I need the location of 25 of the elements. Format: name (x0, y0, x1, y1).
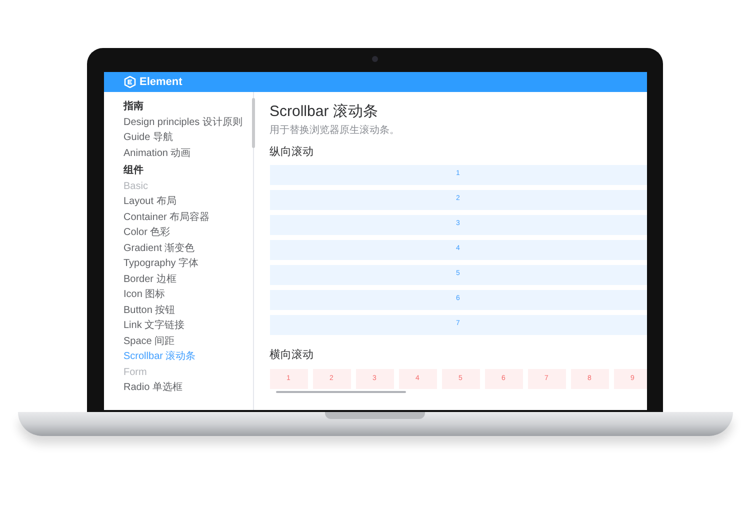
sidebar-item[interactable]: Guide 导航 (124, 130, 252, 145)
sidebar-item[interactable]: Icon 图标 (124, 287, 252, 302)
sidebar-item[interactable]: Color 色彩 (124, 225, 252, 240)
section-heading: 纵向滚动 (270, 144, 314, 160)
sidebar-category: Basic (124, 180, 149, 194)
sidebar-item[interactable]: Space 间距 (124, 334, 252, 348)
sidebar-item[interactable]: Container 布局容器 (124, 210, 252, 224)
sidebar-item[interactable]: Animation 动画 (124, 146, 252, 160)
sidebar-item[interactable]: Border 边框 (124, 272, 252, 286)
sidebar-item[interactable]: Design principles 设计原则 (124, 114, 252, 130)
page-title: Scrollbar 滚动条 (270, 102, 379, 122)
sidebar-item[interactable]: Typography 字体 (124, 256, 252, 271)
logo-icon (124, 76, 136, 88)
scrollbar-thumb[interactable] (252, 98, 254, 148)
sidebar-category: Form (124, 366, 148, 380)
sidebar-item[interactable]: Layout 布局 (124, 194, 252, 209)
sidebar-group-heading: 组件 (124, 164, 144, 178)
sidebar-group-heading: 指南 (124, 100, 144, 114)
sidebar-item[interactable]: Button 按钮 (124, 302, 252, 318)
horizontal-scrollbar-thumb[interactable] (276, 391, 406, 393)
sidebar-item[interactable]: Gradient 渐变色 (124, 240, 252, 256)
page-description: 用于替换浏览器原生滚动条。 (270, 124, 400, 138)
sidebar-item[interactable]: Radio 单选框 (124, 380, 252, 395)
sidebar-item[interactable]: Link 文字链接 (124, 318, 252, 333)
section-heading: 横向滚动 (270, 348, 314, 362)
